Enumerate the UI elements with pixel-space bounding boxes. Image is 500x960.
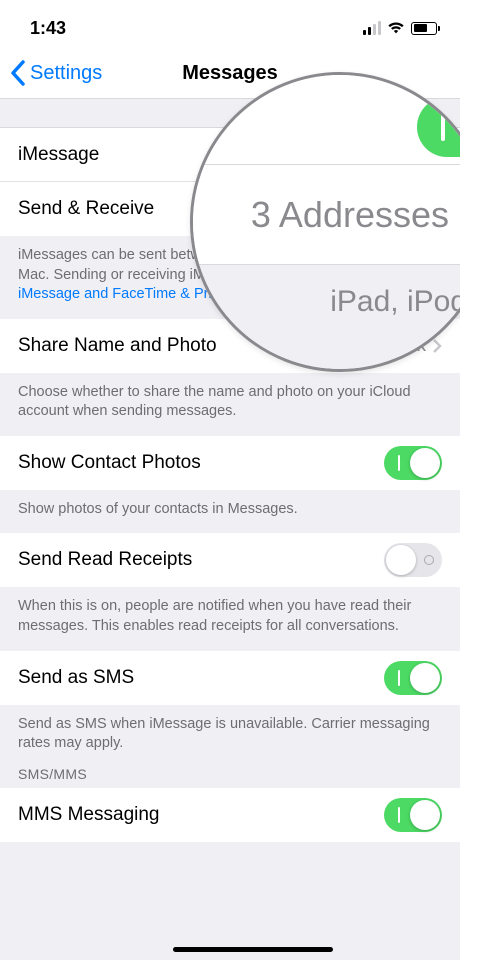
read-receipts-footer: When this is on, people are notified whe… [0,587,460,650]
row-label: Send Read Receipts [18,549,192,571]
row-label: Show Contact Photos [18,452,201,474]
battery-icon [411,22,440,35]
messages-settings-screen: 1:43 Settings Messages [0,0,460,960]
row-show-contact-photos[interactable]: Show Contact Photos [0,436,460,490]
magnified-addresses-value: 3 Addresses [251,194,449,236]
status-time: 1:43 [30,18,66,39]
status-icons [363,21,440,35]
row-label: Send as SMS [18,667,134,689]
sms-mms-header: SMS/MMS [0,760,460,788]
cellular-signal-icon [363,21,381,35]
back-button[interactable]: Settings [0,60,102,86]
wifi-icon [387,21,405,35]
magnified-footer-snip: iPad, iPod [330,285,467,318]
row-send-as-sms[interactable]: Send as SMS [0,651,460,705]
row-mms-messaging[interactable]: MMS Messaging [0,788,460,842]
share-name-footer: Choose whether to share the name and pho… [0,373,460,436]
send-as-sms-toggle[interactable] [384,661,442,695]
magnifier-overlay: 3 Addresses iPad, iPod [190,72,490,372]
magnified-send-receive-row: 3 Addresses [193,165,487,265]
row-send-read-receipts[interactable]: Send Read Receipts [0,533,460,587]
mms-messaging-toggle[interactable] [384,798,442,832]
status-bar: 1:43 [0,0,460,48]
row-label: Send & Receive [18,198,154,220]
sms-footer: Send as SMS when iMessage is unavailable… [0,705,460,760]
right-gutter [460,0,500,960]
row-label: MMS Messaging [18,804,160,826]
send-read-receipts-toggle[interactable] [384,543,442,577]
back-label: Settings [30,62,102,85]
contact-photos-footer: Show photos of your contacts in Messages… [0,490,460,534]
home-indicator [173,947,333,952]
show-contact-photos-toggle[interactable] [384,446,442,480]
chevron-left-icon [10,60,28,86]
row-label: Share Name and Photo [18,335,217,357]
row-label: iMessage [18,144,99,166]
